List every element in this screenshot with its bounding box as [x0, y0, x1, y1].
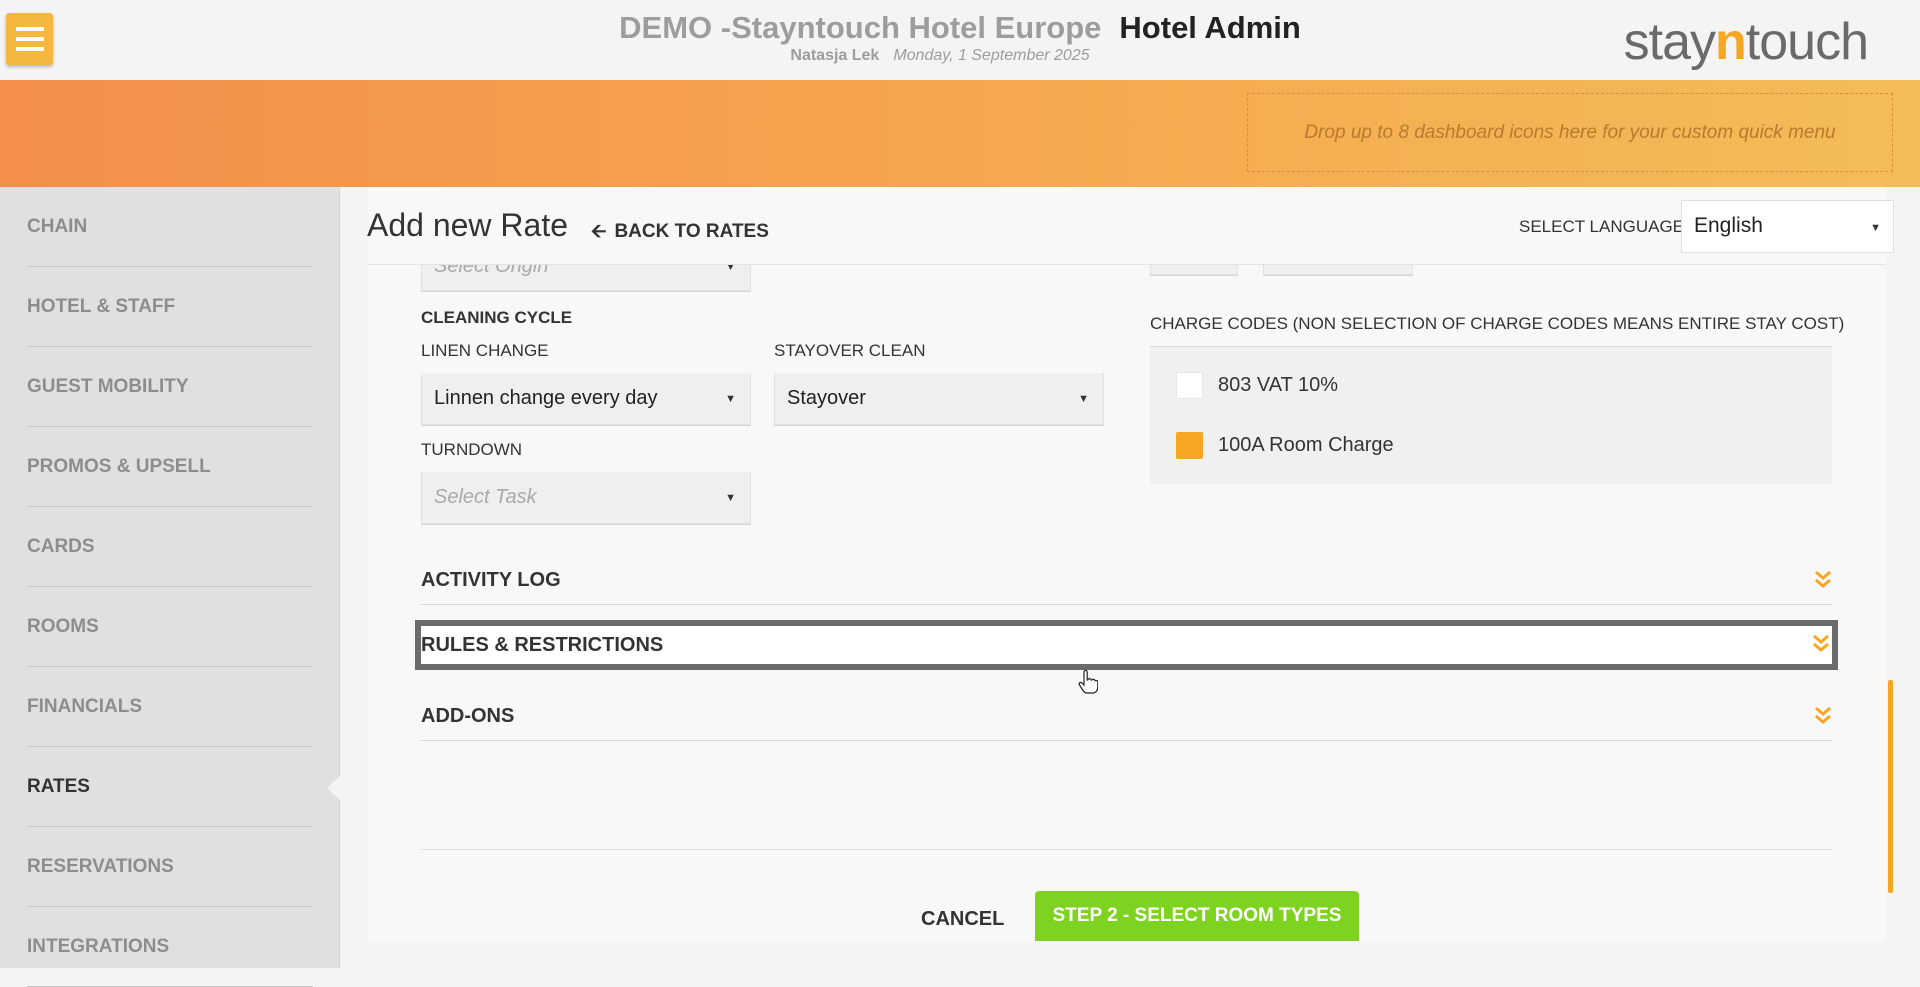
language-select[interactable]: English ▼	[1681, 200, 1894, 253]
page-header: Add new Rate 🡨 BACK TO RATES SELECT LANGU…	[367, 187, 1894, 265]
charge-code-100a[interactable]: 100A Room Charge	[1176, 432, 1394, 459]
app-header: DEMO -Stayntouch Hotel Europe Hotel Admin…	[0, 0, 1920, 80]
stayover-clean-select[interactable]: Stayover ▼	[774, 373, 1104, 425]
checkbox-unchecked[interactable]	[1176, 372, 1203, 399]
sidebar-item-label: INTEGRATIONS	[27, 935, 170, 957]
checkbox-checked[interactable]	[1176, 432, 1203, 459]
double-chevron-down-icon	[1813, 634, 1829, 652]
activity-log-section[interactable]: ACTIVITY LOG	[421, 557, 1832, 605]
user-name: Natasja Lek	[790, 47, 880, 64]
app-name: Hotel Admin	[1119, 10, 1301, 45]
sidebar-item-label: CHAIN	[27, 215, 88, 237]
caret-down-icon: ▼	[1078, 392, 1089, 405]
charge-codes-label: CHARGE CODES (NON SELECTION OF CHARGE CO…	[1150, 314, 1845, 333]
sidebar-item-label: PROMOS & UPSELL	[27, 455, 211, 477]
double-chevron-down-icon	[1815, 706, 1831, 724]
double-chevron-down-icon	[1815, 570, 1831, 588]
hand-cursor-icon	[1078, 670, 1098, 694]
sidebar-item-label: ROOMS	[27, 615, 99, 637]
caret-down-icon: ▼	[1870, 222, 1881, 234]
sidebar-item-rates[interactable]: RATES	[27, 747, 341, 827]
cancel-button[interactable]: CANCEL	[921, 908, 1004, 931]
page-title: Add new Rate	[367, 207, 569, 243]
rate-form: Select Origin ▼ CLEANING CYCLE LINEN CHAN…	[367, 265, 1886, 942]
step-2-select-room-types-button[interactable]: STEP 2 - SELECT ROOM TYPES	[1035, 891, 1359, 941]
arrow-left-icon: 🡨	[591, 221, 607, 242]
caret-down-icon: ▼	[725, 491, 736, 504]
sidebar-item-label: RESERVATIONS	[27, 855, 174, 877]
sidebar: CHAIN HOTEL & STAFF GUEST MOBILITY PROMO…	[0, 187, 341, 987]
sidebar-item-label: FINANCIALS	[27, 695, 143, 717]
linen-change-label: LINEN CHANGE	[421, 341, 549, 360]
stayover-clean-label: STAYOVER CLEAN	[774, 341, 926, 360]
sidebar-item-cards[interactable]: CARDS	[27, 507, 313, 587]
caret-down-icon: ▼	[725, 265, 736, 273]
rules-restrictions-section[interactable]: RULES & RESTRICTIONS	[415, 620, 1838, 670]
cleaning-cycle-label: CLEANING CYCLE	[421, 308, 573, 327]
vertical-scrollbar[interactable]	[1888, 680, 1893, 893]
quick-menu-bar: Drop up to 8 dashboard icons here for yo…	[0, 80, 1920, 187]
partial-field-left[interactable]	[1150, 265, 1238, 275]
back-to-rates-link[interactable]: 🡨 BACK TO RATES	[591, 217, 769, 249]
sidebar-item-label: RATES	[27, 775, 90, 797]
sidebar-item-guest-mobility[interactable]: GUEST MOBILITY	[27, 347, 313, 427]
quick-menu-drop-zone[interactable]: Drop up to 8 dashboard icons here for yo…	[1247, 93, 1893, 172]
sidebar-item-label: CARDS	[27, 535, 95, 557]
sidebar-item-financials[interactable]: FINANCIALS	[27, 667, 313, 747]
sidebar-item-rooms[interactable]: ROOMS	[27, 587, 313, 667]
language-label: SELECT LANGUAGE	[1519, 217, 1685, 236]
form-divider	[421, 849, 1832, 850]
sidebar-item-promos-upsell[interactable]: PROMOS & UPSELL	[27, 427, 313, 507]
sidebar-item-reservations[interactable]: RESERVATIONS	[27, 827, 313, 907]
caret-down-icon: ▼	[725, 392, 736, 405]
add-ons-section[interactable]: ADD-ONS	[421, 693, 1832, 741]
sidebar-item-integrations[interactable]: INTEGRATIONS	[27, 907, 313, 987]
turndown-select[interactable]: Select Task ▼	[421, 472, 751, 524]
current-date: Monday, 1 September 2025	[893, 47, 1090, 64]
origin-select[interactable]: Select Origin ▼	[421, 265, 751, 291]
sidebar-item-label: HOTEL & STAFF	[27, 295, 176, 317]
linen-change-select[interactable]: Linnen change every day ▼	[421, 373, 751, 425]
sidebar-item-label: GUEST MOBILITY	[27, 375, 189, 397]
charge-code-803[interactable]: 803 VAT 10%	[1176, 372, 1338, 399]
hotel-name: DEMO -Stayntouch Hotel Europe	[619, 10, 1102, 45]
sidebar-item-chain[interactable]: CHAIN	[27, 187, 313, 267]
turndown-label: TURNDOWN	[421, 440, 523, 459]
charge-codes-list: 803 VAT 10% 100A Room Charge	[1150, 346, 1832, 484]
sidebar-item-hotel-staff[interactable]: HOTEL & STAFF	[27, 267, 313, 347]
brand-logo: stayntouch	[1623, 13, 1869, 71]
partial-field-right[interactable]	[1263, 265, 1413, 275]
main-panel: Add new Rate 🡨 BACK TO RATES SELECT LANGU…	[367, 187, 1894, 942]
